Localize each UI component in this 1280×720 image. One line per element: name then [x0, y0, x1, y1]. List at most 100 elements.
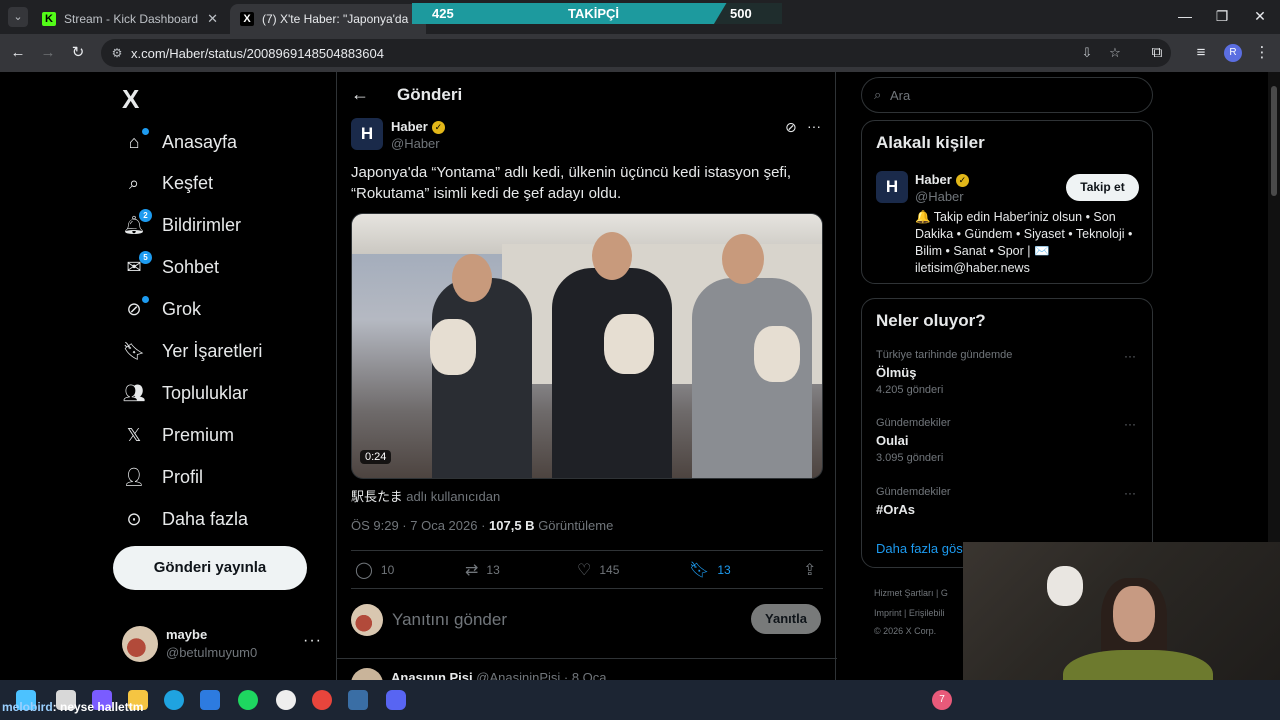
chrome-icon[interactable] [312, 690, 332, 710]
stream-chat-message: melobird: neyse hallettm [2, 700, 143, 714]
post-meta: ÖS 9:29 · 7 Oca 2026 · 107,5 B Görüntüle… [351, 518, 614, 533]
trend-more-icon[interactable]: ··· [1124, 486, 1136, 500]
nav-item-label: Daha fazla [162, 508, 249, 529]
account-handle[interactable]: @betulmuyum0 [166, 645, 257, 660]
next-reply-avatar[interactable] [351, 668, 383, 680]
bookmark-star-icon[interactable]: ☆ [1107, 45, 1123, 61]
discord-icon[interactable] [386, 690, 406, 710]
app-icon[interactable] [348, 690, 368, 710]
edge-icon[interactable] [164, 690, 184, 710]
x-premium-icon: 𝕏 [126, 424, 142, 445]
follow-button[interactable]: Takip et [1066, 174, 1139, 201]
like-action[interactable]: ♡ 145 [577, 560, 619, 580]
reload-icon[interactable]: ↻ [69, 44, 87, 62]
store-icon[interactable] [200, 690, 220, 710]
notification-badge[interactable]: 7 [932, 690, 952, 710]
nav-item-yer-i-şaretleri[interactable]: 🔖︎ Yer İşaretleri [122, 332, 263, 372]
install-app-icon[interactable]: ⇩ [1079, 45, 1095, 61]
post-button[interactable]: Gönderi yayınla [113, 546, 307, 590]
relevant-bio: 🔔 Takip edin Haber'iniz olsun • Son Daki… [915, 210, 1133, 275]
media-credit-user[interactable]: 駅長たま [351, 489, 403, 504]
back-arrow-icon[interactable]: ← [351, 84, 369, 105]
extensions-icon[interactable]: ⧉ [1148, 44, 1166, 62]
tab-title: (7) X'te Haber: "Japonya'da "Yo [262, 12, 416, 26]
kick-favicon-icon: K [42, 12, 56, 26]
url-text[interactable]: x.com/Haber/status/2008969148504883604 [131, 46, 384, 61]
browser-tab-x[interactable]: X (7) X'te Haber: "Japonya'da "Yo [230, 4, 426, 34]
relevant-handle[interactable]: @Haber [915, 189, 964, 204]
forward-icon[interactable]: → [39, 44, 57, 62]
chrome-menu-icon[interactable]: ⋮ [1253, 44, 1271, 62]
nav-item-label: Grok [162, 299, 202, 320]
browser-tab-kick[interactable]: K Stream - Kick Dashboard ✕ [32, 4, 228, 34]
account-avatar[interactable] [122, 626, 158, 662]
video-duration: 0:24 [360, 450, 392, 464]
nav-item-bildirimler[interactable]: 🔔︎ 2 Bildirimler [122, 206, 241, 246]
unread-dot [142, 128, 149, 135]
search-input[interactable]: ⌕ Ara [861, 77, 1153, 113]
reply-input[interactable]: Yanıtını gönder [392, 610, 507, 630]
chat-text: : neyse hallettm [52, 700, 144, 714]
tab-close-icon[interactable]: ✕ [207, 11, 218, 27]
author-avatar[interactable]: H [351, 118, 383, 150]
nav-item-label: Topluluklar [162, 382, 249, 403]
x-logo-icon[interactable]: X [122, 84, 139, 115]
nav-item-profil[interactable]: 👤︎ Profil [122, 457, 203, 497]
share-action[interactable]: ⇪ [803, 560, 824, 580]
nav-item-daha-fazla[interactable]: ⊙ Daha fazla [122, 499, 248, 539]
author-handle[interactable]: @Haber [391, 136, 440, 151]
footer-imprint-link[interactable]: Imprint | Erişilebili [874, 608, 944, 618]
site-info-icon[interactable]: ⚙ [109, 45, 125, 61]
trend-name[interactable]: Ölmüş [876, 365, 916, 380]
nav-item-grok[interactable]: ⊘ Grok [122, 290, 201, 330]
account-more-icon[interactable]: ··· [303, 632, 322, 650]
close-window-icon[interactable]: ✕ [1251, 8, 1269, 25]
mail-icon: ✉ 5 [122, 250, 152, 280]
bookmark-action[interactable]: 🔖︎ 13 [689, 560, 731, 580]
nav-item-keşfet[interactable]: ⌕ Keşfet [122, 164, 213, 204]
author-name-text[interactable]: Haber [391, 119, 428, 134]
obs-icon[interactable] [276, 690, 296, 710]
follower-goal-current: 425 [432, 6, 454, 21]
restore-icon[interactable]: ❐ [1213, 8, 1231, 25]
address-bar[interactable]: ⚙ x.com/Haber/status/2008969148504883604… [101, 39, 1171, 67]
trends-card: Neler oluyor? Türkiye tarihinde gündemde… [861, 298, 1153, 568]
account-name[interactable]: maybe [166, 627, 207, 642]
relevant-people-card: Alakalı kişiler H Haber ✓ @Haber Takip et… [861, 120, 1153, 284]
nav-item-sohbet[interactable]: ✉ 5 Sohbet [122, 248, 219, 288]
post-video[interactable]: 0:24 [351, 213, 823, 479]
show-more-link[interactable]: Daha fazla göst [876, 541, 966, 556]
media-control-icon[interactable]: ≡ [1192, 44, 1210, 62]
reply-action[interactable]: ◯ 10 [355, 560, 394, 580]
post-more-icon[interactable]: ··· [807, 118, 821, 134]
grok-explain-icon[interactable]: ⊘ [785, 119, 797, 136]
nav-item-label: Yer İşaretleri [162, 341, 263, 361]
browser-tab-bar: ⌄ K Stream - Kick Dashboard ✕ X (7) X'te… [0, 0, 1280, 34]
verified-badge-icon: ✓ [955, 174, 969, 188]
reply-button[interactable]: Yanıtla [751, 604, 821, 634]
next-reply-author[interactable]: Anasının Pisi @AnasininPisi · 8 Oca [391, 670, 607, 680]
browser-profile-avatar[interactable]: R [1224, 44, 1242, 62]
grok-icon: ⊘ [122, 295, 149, 322]
verified-badge-icon: ✓ [431, 121, 445, 135]
repost-action[interactable]: ⇄ 13 [465, 560, 500, 580]
reply-icon: ◯ [355, 562, 373, 579]
relevant-avatar[interactable]: H [876, 171, 908, 203]
trend-more-icon[interactable]: ··· [1124, 349, 1136, 363]
tab-search-chevron-icon[interactable]: ⌄ [8, 7, 28, 27]
relevant-name[interactable]: Haber ✓ [915, 172, 969, 188]
chat-username: melobird [2, 700, 53, 714]
post-timestamp[interactable]: ÖS 9:29 · 7 Oca 2026 · [351, 518, 489, 533]
spotify-icon[interactable] [238, 690, 258, 710]
minimize-icon[interactable]: — [1176, 8, 1194, 24]
nav-item-anasayfa[interactable]: ⌂ Anasayfa [122, 122, 237, 162]
notification-count-badge: 5 [139, 250, 152, 264]
nav-item-topluluklar[interactable]: 👥︎ Topluluklar [122, 373, 248, 413]
back-icon[interactable]: ← [9, 44, 27, 62]
trend-more-icon[interactable]: ··· [1124, 417, 1136, 431]
trend-name[interactable]: Oulai [876, 433, 909, 448]
author-name[interactable]: Haber ✓ [391, 119, 445, 135]
trend-name[interactable]: #OrAs [876, 502, 915, 517]
nav-item-premium[interactable]: 𝕏 Premium [122, 415, 234, 455]
footer-terms-link[interactable]: Hizmet Şartları | G [874, 588, 948, 598]
